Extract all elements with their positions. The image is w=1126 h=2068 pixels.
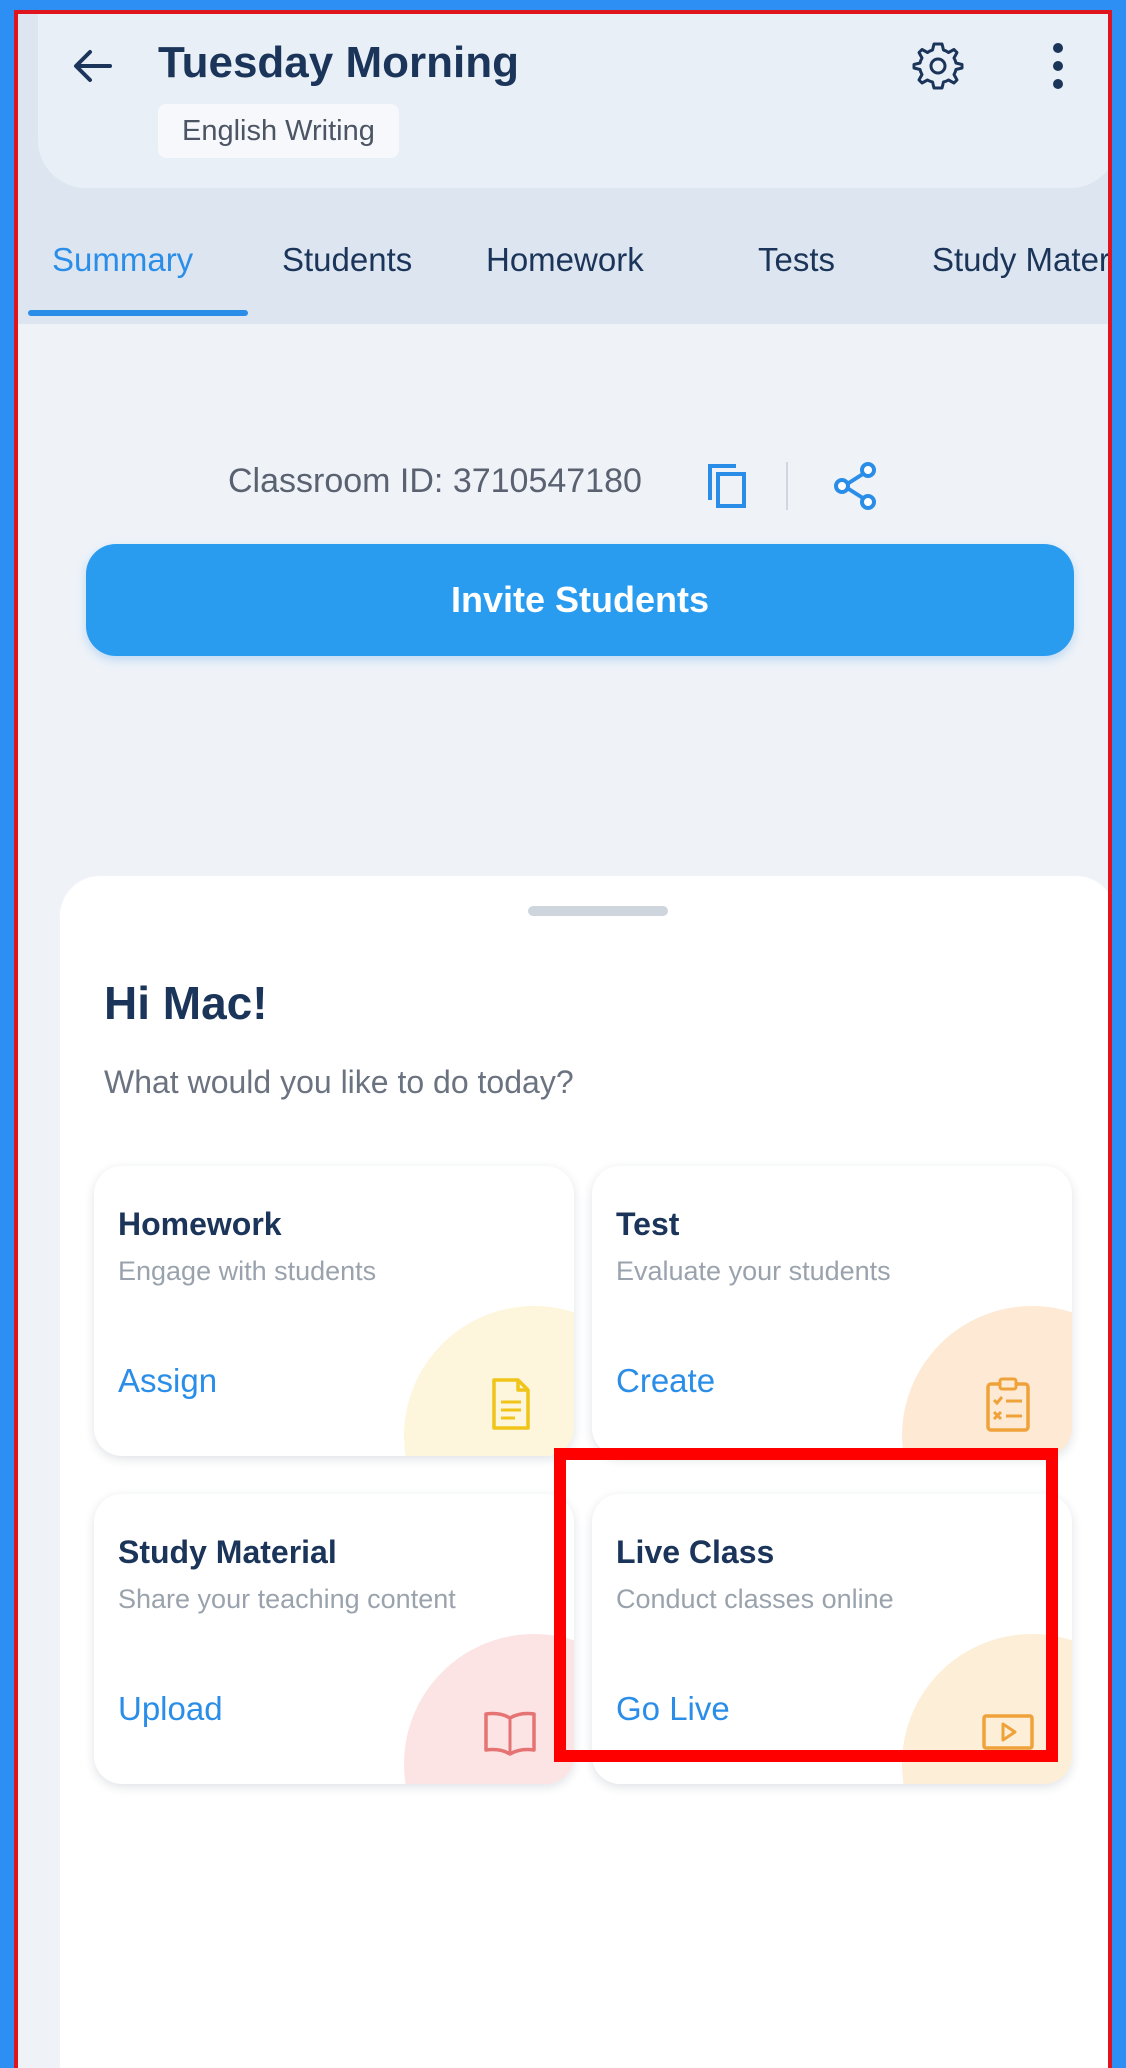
active-tab-indicator [28, 310, 248, 316]
gear-icon [912, 42, 964, 90]
card-title: Homework [118, 1206, 282, 1242]
subject-chip: English Writing [158, 104, 399, 158]
tab-tests[interactable]: Tests [758, 210, 835, 324]
sheet-drag-handle[interactable] [528, 906, 668, 916]
card-subtitle: Share your teaching content [118, 1584, 456, 1614]
card-subtitle: Evaluate your students [616, 1256, 891, 1286]
top-app-bar: Tuesday Morning English Writing Summary … [18, 14, 1108, 324]
share-icon [834, 462, 876, 510]
homework-card[interactable]: Homework Engage with students Assign [94, 1166, 574, 1456]
more-options-button[interactable] [1038, 36, 1078, 96]
clipboard-checklist-icon [986, 1377, 1030, 1432]
card-title: Test [616, 1206, 680, 1242]
study-material-card[interactable]: Study Material Share your teaching conte… [94, 1494, 574, 1784]
card-subtitle: Engage with students [118, 1256, 377, 1286]
back-button[interactable] [66, 40, 118, 92]
more-vertical-icon [1053, 43, 1063, 89]
create-link[interactable]: Create [616, 1362, 715, 1400]
vertical-divider [786, 462, 788, 510]
classroom-title: Tuesday Morning [158, 38, 519, 87]
assign-link[interactable]: Assign [118, 1362, 217, 1400]
invite-students-button[interactable]: Invite Students [86, 544, 1074, 656]
document-icon [492, 1378, 530, 1430]
arrow-left-icon [74, 50, 112, 82]
greeting-prompt: What would you like to do today? [104, 1064, 574, 1100]
tab-study-material[interactable]: Study Mater [932, 210, 1108, 324]
live-class-highlight-box [554, 1448, 1058, 1762]
card-title: Study Material [118, 1534, 337, 1570]
copy-icon [708, 464, 746, 508]
share-button[interactable] [826, 456, 886, 516]
tab-homework[interactable]: Homework [486, 210, 644, 324]
test-card[interactable]: Test Evaluate your students Create [592, 1166, 1072, 1456]
greeting-heading: Hi Mac! [104, 977, 268, 1029]
upload-link[interactable]: Upload [118, 1690, 223, 1728]
tab-summary[interactable]: Summary [52, 210, 193, 324]
tab-students[interactable]: Students [282, 210, 412, 324]
open-book-icon [484, 1711, 536, 1756]
tab-bar: Summary Students Homework Tests Study Ma… [18, 210, 1108, 324]
copy-id-button[interactable] [698, 456, 758, 516]
classroom-id-row: Classroom ID: 3710547180 [18, 454, 1108, 524]
classroom-id-text: Classroom ID: 3710547180 [228, 462, 642, 500]
settings-button[interactable] [908, 36, 968, 96]
